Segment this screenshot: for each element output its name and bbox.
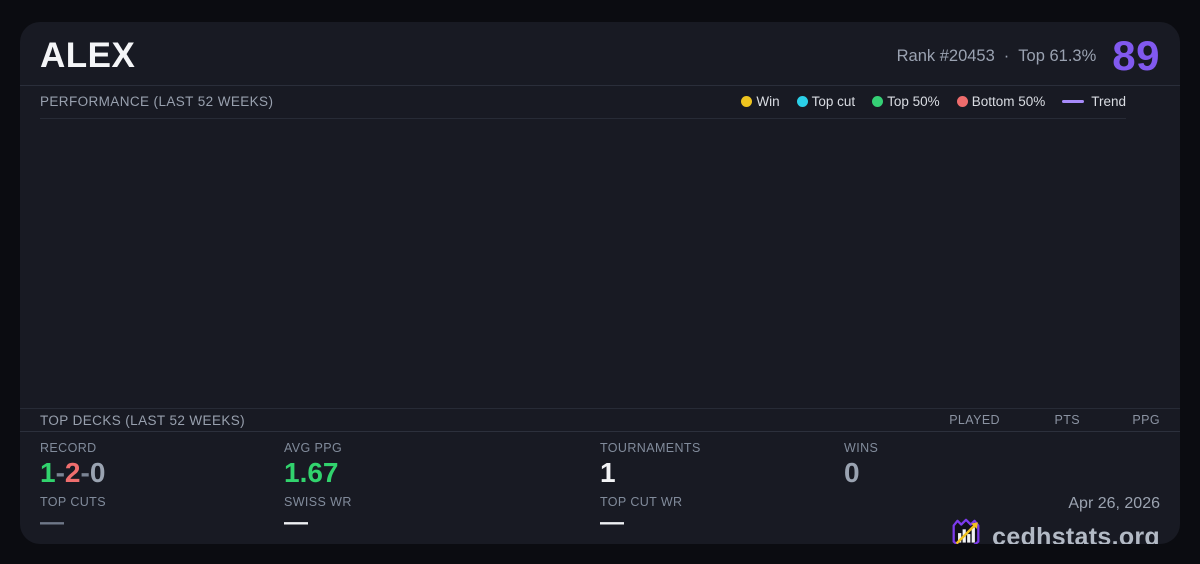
win-dot-icon — [741, 96, 753, 107]
record-value: 1-2-0 — [40, 458, 284, 488]
cedhstats-shield-logo-icon — [948, 517, 984, 544]
stat-label: SWISS WR — [284, 495, 352, 509]
stat-label: WINS — [844, 441, 879, 455]
top-decks-title: TOP DECKS (LAST 52 WEEKS) — [40, 412, 246, 428]
record-draws: 0 — [89, 457, 106, 488]
top-50-dot-icon — [872, 96, 884, 107]
record-wins: 1 — [40, 457, 56, 488]
player-stats-card: ALEX Rank #20453 · Top 61.3% 89 PERFORMA… — [20, 22, 1180, 544]
performance-chart-area — [20, 119, 1180, 408]
brand: cedhstats.org — [948, 517, 1160, 544]
legend-label: Win — [756, 94, 780, 109]
trend-line-icon — [1062, 100, 1085, 103]
stat-wins: WINS 0 — [844, 441, 1160, 488]
bottom-50-dot-icon — [956, 96, 968, 107]
dot-separator: · — [1003, 46, 1010, 65]
legend-label: Trend — [1091, 94, 1126, 109]
wins-value: 0 — [844, 457, 860, 488]
top-cuts-value: — — [40, 509, 64, 536]
stat-top-cut-wr: TOP CUT WR — — [600, 495, 844, 544]
player-name: ALEX — [40, 36, 136, 75]
player-score: 89 — [1112, 32, 1160, 79]
tournaments-value: 1 — [600, 457, 616, 488]
top-decks-columns: PLAYED PTS PPG — [920, 413, 1160, 427]
column-pts: PTS — [1054, 413, 1080, 427]
legend-label: Top 50% — [887, 94, 940, 109]
top-cut-wr-value: — — [600, 509, 624, 536]
stat-label: AVG PPG — [284, 441, 343, 455]
chart-legend: Win Top cut Top 50% Bottom 50% Trend — [741, 94, 1126, 109]
legend-item-top-50: Top 50% — [872, 94, 940, 109]
legend-label: Bottom 50% — [971, 94, 1046, 109]
legend-item-win: Win — [741, 94, 780, 109]
footer: Apr 26, 2026 cedhstats.org — [844, 495, 1160, 544]
column-played: PLAYED — [949, 413, 1000, 427]
performance-header-row: PERFORMANCE (LAST 52 WEEKS) Win Top cut … — [40, 86, 1126, 119]
record-separator: - — [55, 457, 65, 488]
stat-label: TOURNAMENTS — [600, 441, 701, 455]
avg-ppg-value: 1.67 — [284, 457, 339, 488]
stat-swiss-wr: SWISS WR — — [284, 495, 600, 544]
card-date: Apr 26, 2026 — [1068, 495, 1160, 512]
performance-title: PERFORMANCE (LAST 52 WEEKS) — [40, 94, 274, 109]
stat-top-cuts: TOP CUTS — — [40, 495, 284, 544]
top-cut-dot-icon — [796, 96, 808, 107]
card-header: ALEX Rank #20453 · Top 61.3% 89 — [20, 22, 1180, 86]
record-losses: 2 — [64, 457, 81, 488]
stat-avg-ppg: AVG PPG 1.67 — [284, 441, 600, 488]
stat-record: RECORD 1-2-0 — [40, 441, 284, 488]
stat-tournaments: TOURNAMENTS 1 — [600, 441, 844, 488]
legend-label: Top cut — [811, 94, 856, 109]
swiss-wr-value: — — [284, 509, 308, 536]
legend-item-top-cut: Top cut — [796, 94, 856, 109]
brand-wordmark: cedhstats.org — [992, 523, 1160, 544]
stat-label: TOP CUT WR — [600, 495, 683, 509]
stats-grid: RECORD 1-2-0 AVG PPG 1.67 TOURNAMENTS 1 … — [40, 441, 1160, 544]
record-separator: - — [80, 457, 90, 488]
top-decks-header-row: TOP DECKS (LAST 52 WEEKS) PLAYED PTS PPG — [20, 408, 1180, 432]
stat-label: RECORD — [40, 441, 97, 455]
column-ppg: PPG — [1132, 413, 1160, 427]
rank-line: Rank #20453 · Top 61.3% — [897, 47, 1097, 66]
legend-item-trend: Trend — [1062, 94, 1126, 109]
header-right: Rank #20453 · Top 61.3% 89 — [897, 32, 1160, 79]
legend-item-bottom-50: Bottom 50% — [956, 94, 1046, 109]
rank-label: Rank #20453 — [896, 46, 995, 65]
stat-label: TOP CUTS — [40, 495, 106, 509]
top-percent-label: Top 61.3% — [1018, 46, 1097, 65]
